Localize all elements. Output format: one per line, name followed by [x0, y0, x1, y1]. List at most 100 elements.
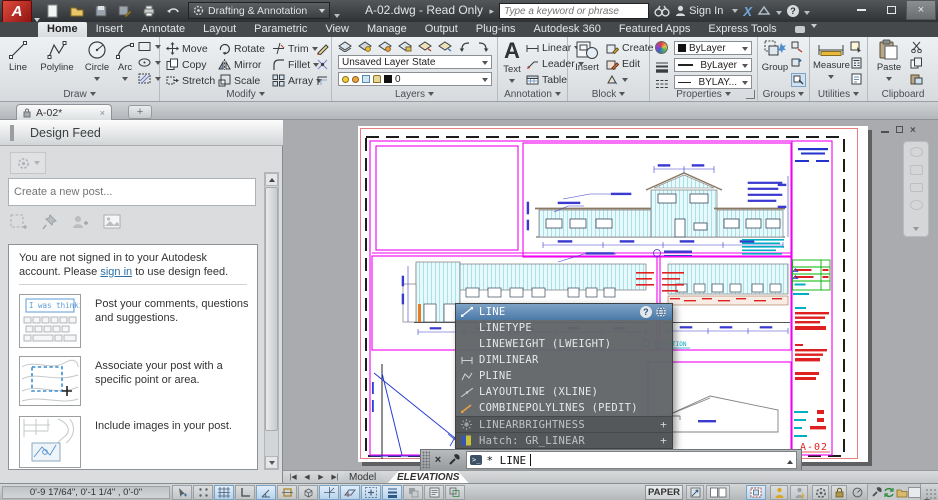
new-tab-button[interactable]: +: [128, 105, 152, 119]
table-tool[interactable]: Table: [526, 74, 567, 86]
panel-label-utilities[interactable]: Utilities: [810, 88, 867, 100]
suggestion-linetype[interactable]: LINETYPE: [456, 320, 672, 336]
polyline-tool[interactable]: Polyline: [35, 39, 79, 73]
file-tab[interactable]: A-02* ×: [16, 104, 112, 120]
scroll-up-button[interactable]: [265, 173, 278, 186]
quick-properties-toggle[interactable]: [424, 485, 444, 500]
help-dropdown-icon[interactable]: [804, 2, 810, 20]
circle-tool[interactable]: Circle: [81, 39, 113, 84]
maximize-button[interactable]: [876, 0, 906, 20]
command-line-bar[interactable]: × >_ * LINE: [420, 449, 802, 470]
circle-dropdown-icon[interactable]: [94, 77, 100, 81]
dwg-close-icon[interactable]: ×: [910, 125, 916, 136]
layer-color-swatch[interactable]: [384, 75, 392, 83]
search-input[interactable]: [499, 3, 649, 19]
layer-off-icon[interactable]: [358, 40, 372, 52]
rotate-tool[interactable]: Rotate: [218, 42, 265, 55]
ellipse-tool[interactable]: [138, 57, 161, 68]
ribbon-minimize-icon[interactable]: [811, 15, 817, 33]
panel-label-clipboard[interactable]: Clipboard: [868, 88, 938, 100]
tab-parametric[interactable]: Parametric: [245, 22, 316, 37]
panel-label-modify[interactable]: Modify: [160, 88, 331, 100]
resize-grip[interactable]: [925, 488, 937, 500]
full-navigation-wheel-icon[interactable]: [910, 147, 923, 157]
sign-in-button[interactable]: Sign In: [675, 5, 738, 17]
line-tool[interactable]: Line: [3, 39, 33, 73]
command-customize-icon[interactable]: [446, 451, 462, 469]
measure-tool[interactable]: Measure: [813, 39, 849, 82]
help-icon[interactable]: ?: [787, 5, 799, 17]
tab-autodesk360[interactable]: Autodesk 360: [525, 22, 610, 37]
group-edit-tool[interactable]: [791, 57, 804, 69]
copy-tool[interactable]: Copy: [166, 58, 207, 71]
text-dropdown-icon[interactable]: [509, 79, 515, 83]
file-tab-close-icon[interactable]: ×: [100, 108, 105, 118]
minimize-button[interactable]: [846, 0, 876, 20]
layer-lock-icon[interactable]: [398, 40, 412, 52]
feed-settings-button[interactable]: [10, 152, 46, 174]
mirror-tool[interactable]: Mirror: [218, 58, 261, 71]
paper-space-button[interactable]: PAPER: [645, 485, 683, 500]
object-snap-toggle[interactable]: [277, 485, 297, 500]
pin-icon[interactable]: [42, 214, 58, 231]
tray-folder-icon[interactable]: [896, 488, 908, 498]
orbit-icon[interactable]: [910, 200, 923, 210]
performance-icon[interactable]: [849, 485, 865, 500]
suggestion-linearbrightness[interactable]: LINEARBRIGHTNESS+: [456, 416, 672, 432]
coordinates-readout[interactable]: 0'-9 17/64", 0'-1 1/4" , 0'-0": [2, 486, 170, 499]
recent-commands-icon[interactable]: >_: [470, 455, 482, 465]
unlock-icon[interactable]: [373, 75, 381, 83]
save-button[interactable]: [92, 3, 109, 19]
suggestion-line[interactable]: LINE ?: [456, 304, 672, 320]
palette-grip[interactable]: [10, 125, 14, 141]
tab-output[interactable]: Output: [416, 22, 467, 37]
navbar-menu-icon[interactable]: [913, 218, 919, 236]
snap-mode-toggle[interactable]: [193, 485, 213, 500]
group-selection-toggle[interactable]: [791, 73, 806, 87]
layer-match-icon[interactable]: [477, 40, 490, 52]
pan-icon[interactable]: [910, 165, 923, 175]
polar-tracking-toggle[interactable]: [256, 485, 276, 500]
command-bar-grip[interactable]: [422, 451, 430, 469]
undo-button[interactable]: [164, 3, 181, 19]
array-tool[interactable]: Array: [272, 74, 322, 87]
plot-button[interactable]: [140, 3, 157, 19]
attach-image-icon[interactable]: [103, 214, 122, 230]
tab-home[interactable]: Home: [38, 22, 87, 37]
suggestion-hatch-gr-linear[interactable]: Hatch: GR_LINEAR+: [456, 432, 672, 448]
explode-tool[interactable]: [316, 58, 329, 71]
object-snap-tracking-toggle[interactable]: [319, 485, 339, 500]
erase-tool[interactable]: [316, 42, 329, 55]
last-layout-button[interactable]: ▶|: [329, 472, 341, 482]
navigation-bar[interactable]: [903, 141, 929, 237]
internet-search-icon[interactable]: [655, 306, 667, 318]
paste-tool[interactable]: Paste: [874, 39, 904, 84]
ui-lock-icon[interactable]: [831, 485, 847, 500]
selection-cycling-toggle[interactable]: [445, 485, 465, 500]
suggestion-pline[interactable]: PLINE: [456, 368, 672, 384]
paste-dropdown-icon[interactable]: [886, 77, 892, 81]
annotation-visibility-icon[interactable]: [770, 485, 788, 500]
group-tool[interactable]: Group: [760, 39, 790, 73]
layer-isolate-icon[interactable]: [418, 40, 432, 52]
block-attributes-tool[interactable]: [606, 74, 628, 85]
tab-express-tools[interactable]: Express Tools: [699, 22, 785, 37]
dwg-minimize-icon[interactable]: [881, 125, 889, 136]
arc-dropdown-icon[interactable]: [122, 77, 128, 81]
command-cancel-icon[interactable]: ×: [430, 454, 446, 466]
transparency-toggle[interactable]: [403, 485, 423, 500]
sign-in-link[interactable]: sign in: [100, 266, 132, 278]
lineweight-icon[interactable]: [655, 58, 669, 76]
zoom-icon[interactable]: [910, 183, 923, 193]
arc-tool[interactable]: Arc: [113, 39, 137, 84]
command-help-icon[interactable]: ?: [640, 306, 652, 318]
new-file-button[interactable]: [44, 3, 61, 19]
lineweight-display-toggle[interactable]: [382, 485, 402, 500]
scale-tool[interactable]: Scale: [218, 74, 260, 87]
rectangle-tool[interactable]: [138, 41, 161, 52]
expand-sysvar-icon[interactable]: +: [660, 418, 667, 431]
close-button[interactable]: ×: [906, 0, 936, 20]
layer-freeze-icon[interactable]: [378, 40, 392, 52]
panel-label-groups[interactable]: Groups: [758, 88, 809, 100]
suggestion-lineweight[interactable]: LINEWEIGHT (LWEIGHT): [456, 336, 672, 352]
